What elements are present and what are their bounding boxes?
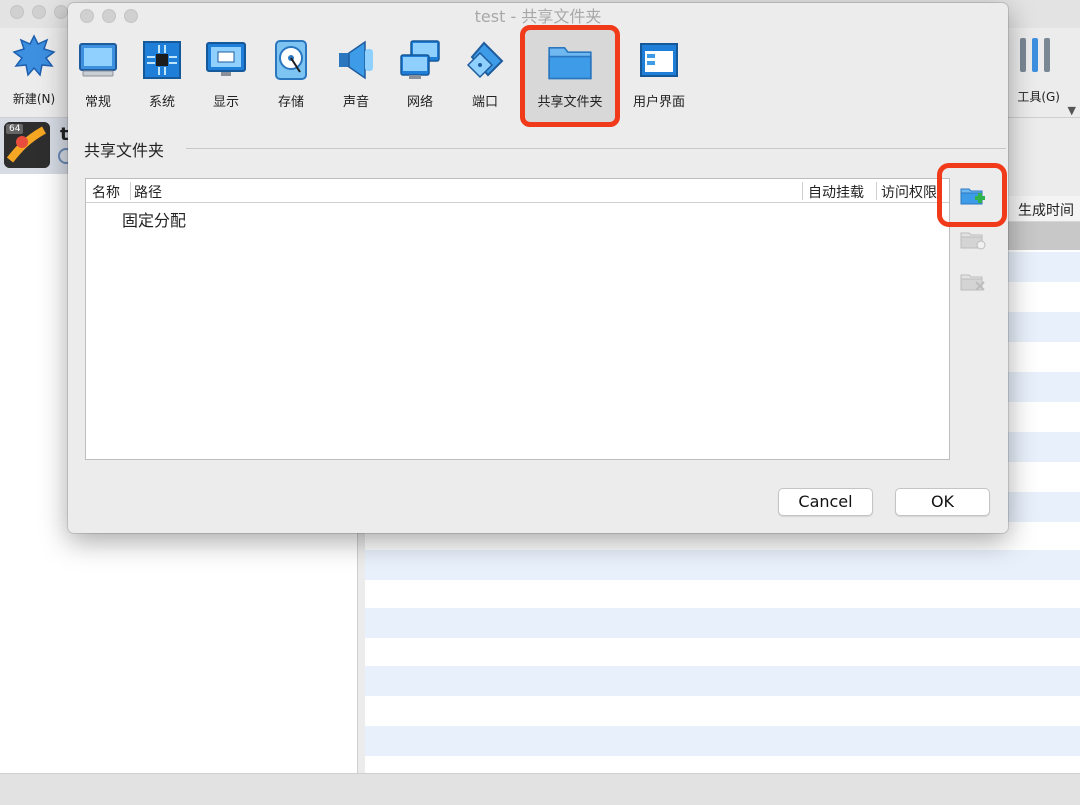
tab-label: 常规 [84, 95, 111, 110]
network-icon [400, 40, 440, 79]
disk-icon [275, 40, 307, 80]
tab-network[interactable]: 网络 [390, 31, 450, 127]
tab-label: 显示 [212, 95, 239, 110]
section-divider [186, 148, 1006, 149]
table-header: 名称 路径 自动挂载 访问权限 [86, 179, 949, 203]
chip-icon [143, 41, 181, 79]
status-bar [0, 773, 1080, 805]
column-divider [802, 182, 803, 200]
tab-ports[interactable]: 端口 [455, 31, 515, 127]
window-icon [640, 43, 678, 77]
shared-folders-table: 名称 路径 自动挂载 访问权限 固定分配 [85, 178, 950, 460]
column-auto-mount[interactable]: 自动挂载 [808, 182, 864, 202]
add-shared-folder-icon [960, 188, 985, 205]
tab-label: 存储 [277, 95, 304, 110]
new-vm-button[interactable]: 新建(N) [4, 32, 64, 112]
monitor-icon [79, 43, 117, 77]
minimize-light[interactable] [32, 5, 46, 19]
tab-system[interactable]: 系统 [132, 31, 192, 127]
tab-general[interactable]: 常规 [68, 31, 128, 127]
tab-display[interactable]: 显示 [196, 31, 256, 127]
edit-shared-folder-icon [960, 232, 986, 250]
add-shared-folder-button[interactable] [956, 179, 990, 213]
edit-shared-folder-button[interactable] [956, 223, 990, 257]
vm-os-icon: 64 [4, 122, 50, 168]
column-divider [130, 182, 131, 200]
tab-label: 用户界面 [632, 95, 685, 110]
tab-storage[interactable]: 存储 [261, 31, 321, 127]
table-stripe [365, 726, 1080, 756]
tools-icon [1020, 38, 1050, 72]
tab-shared-folders[interactable]: 共享文件夹 [530, 31, 610, 127]
section-title: 共享文件夹 [84, 141, 165, 160]
column-path[interactable]: 路径 [134, 182, 162, 202]
tab-user-interface[interactable]: 用户界面 [629, 31, 689, 127]
table-stripe [365, 666, 1080, 696]
cancel-button[interactable]: Cancel [778, 488, 873, 516]
table-stripe [365, 608, 1080, 638]
new-icon [12, 34, 56, 77]
close-light[interactable] [10, 5, 24, 19]
tab-label: 端口 [471, 95, 498, 110]
remove-shared-folder-icon [960, 274, 985, 291]
table-stripe [365, 550, 1080, 580]
tab-label: 系统 [148, 95, 175, 110]
new-vm-label: 新建(N) [12, 92, 56, 106]
tools-label: 工具(G) [1017, 90, 1060, 104]
column-divider [876, 182, 877, 200]
folder-icon [548, 46, 592, 80]
column-name[interactable]: 名称 [92, 182, 120, 202]
port-icon [466, 41, 504, 79]
tab-label: 共享文件夹 [537, 95, 603, 110]
ok-button[interactable]: OK [895, 488, 990, 516]
tab-label: 声音 [342, 95, 369, 110]
display-icon [206, 42, 246, 76]
zoom-light[interactable] [54, 5, 68, 19]
speaker-icon [339, 40, 373, 80]
column-created-time[interactable]: 生成时间 [1018, 200, 1074, 220]
remove-shared-folder-button[interactable] [956, 265, 990, 299]
settings-dialog: test - 共享文件夹 常规 系统 显示 存储 声音 网络 端口 共享文件夹 … [68, 3, 1008, 533]
tab-label: 网络 [406, 95, 433, 110]
tab-audio[interactable]: 声音 [326, 31, 386, 127]
table-row[interactable]: 固定分配 [122, 207, 186, 231]
chevron-down-icon[interactable]: ▼ [1068, 104, 1076, 117]
settings-tabs: 常规 系统 显示 存储 声音 网络 端口 共享文件夹 用户界面 [68, 31, 1008, 127]
column-access[interactable]: 访问权限 [881, 182, 937, 202]
arch-badge: 64 [6, 124, 24, 134]
